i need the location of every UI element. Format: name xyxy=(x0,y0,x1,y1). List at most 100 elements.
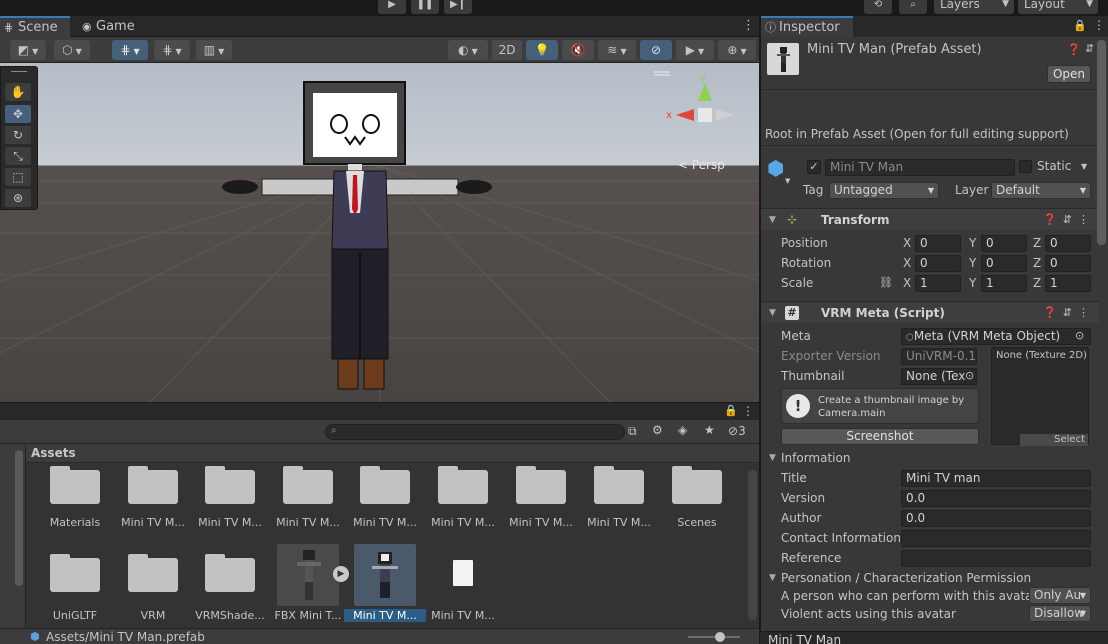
draw-mode-button[interactable]: ◩ ▼ xyxy=(10,40,46,60)
label-tag-icon[interactable]: ◈ xyxy=(678,423,687,437)
position-x-field[interactable]: 0 xyxy=(915,235,961,252)
more-menu-icon[interactable]: ⋮ xyxy=(1093,18,1105,32)
rotation-x-field[interactable]: 0 xyxy=(915,255,961,272)
gizmos-button[interactable]: ⊕ ▼ xyxy=(718,40,756,60)
contact-field[interactable] xyxy=(901,530,1091,547)
meta-object-field[interactable]: ⬡Meta (VRM Meta Object) xyxy=(901,328,1091,345)
grid-snap-button[interactable]: ⋕ ▼ xyxy=(112,40,148,60)
layer-dropdown[interactable]: Default ▼ xyxy=(991,182,1091,199)
tab-game[interactable]: ◉ Game xyxy=(78,16,138,37)
scale-x-field[interactable]: 1 xyxy=(915,275,961,292)
reference-field[interactable] xyxy=(901,550,1091,567)
help-icon[interactable]: ❓ xyxy=(1067,43,1081,56)
camera-button[interactable]: ▶ ▼ xyxy=(676,40,714,60)
asset-model[interactable]: ▶ FBX Mini T... xyxy=(271,544,349,628)
open-button[interactable]: Open xyxy=(1047,65,1091,83)
scale-y-field[interactable]: 1 xyxy=(981,275,1027,292)
favorite-star-icon[interactable]: ★ xyxy=(704,423,715,437)
static-checkbox[interactable] xyxy=(1019,160,1032,173)
orientation-gizmo[interactable]: y x xyxy=(666,73,734,125)
move-tool[interactable]: ✥ xyxy=(5,105,31,123)
type-filter-icon[interactable]: ⚙ xyxy=(652,423,663,437)
layout-dropdown[interactable]: Layout ▼ xyxy=(1018,0,1098,14)
layers-dropdown[interactable]: Layers ▼ xyxy=(934,0,1014,14)
zoom-slider-handle[interactable] xyxy=(715,632,725,642)
information-foldout[interactable]: ▼ Information xyxy=(761,448,1099,468)
asset-folder[interactable]: Scenes xyxy=(660,466,734,550)
author-field[interactable]: 0.0 xyxy=(901,510,1091,527)
more-menu-icon[interactable]: ⋮ xyxy=(742,404,754,418)
rect-tool[interactable]: ⬚ xyxy=(5,168,31,186)
project-folder-tree[interactable] xyxy=(0,444,26,628)
preset-icon[interactable]: ⇵ xyxy=(1085,42,1094,55)
asset-folder[interactable]: VRM xyxy=(116,554,190,638)
chevron-down-icon[interactable]: ▼ xyxy=(1081,162,1087,171)
select-texture-button[interactable]: Select xyxy=(1020,434,1088,446)
tab-scene[interactable]: ⋕ Scene xyxy=(0,16,70,37)
visibility-toggle[interactable]: ⊘ xyxy=(640,40,672,60)
lighting-toggle[interactable]: 💡 xyxy=(526,40,558,60)
search-input[interactable]: ⌕ xyxy=(325,424,625,440)
position-z-field[interactable]: 0 xyxy=(1045,235,1091,252)
asset-folder[interactable]: Mini TV M... xyxy=(116,466,190,550)
inspector-preview-bar[interactable]: Mini TV Man xyxy=(760,631,1108,644)
permission-foldout[interactable]: ▼ Personation / Characterization Permiss… xyxy=(761,568,1099,588)
object-picker-icon[interactable]: ⊙ xyxy=(1075,326,1084,346)
asset-folder[interactable]: Mini TV M... xyxy=(348,466,422,550)
inspector-scrollbar[interactable] xyxy=(1097,40,1106,245)
rotate-tool[interactable]: ↻ xyxy=(5,126,31,144)
lock-icon[interactable]: 🔒 xyxy=(724,404,738,417)
title-field[interactable]: Mini TV man xyxy=(901,470,1091,487)
ruler-button[interactable]: ▥ ▼ xyxy=(196,40,232,60)
asset-folder[interactable]: Mini TV M... xyxy=(582,466,656,550)
projection-label[interactable]: < Persp xyxy=(678,158,725,172)
asset-folder[interactable]: VRMShade... xyxy=(193,554,267,638)
search-button[interactable]: ⌕ xyxy=(899,0,927,14)
scale-z-field[interactable]: 1 xyxy=(1045,275,1091,292)
scene-viewport[interactable]: y x < Persp xyxy=(0,63,759,402)
asset-prefab-selected[interactable]: Mini TV M... xyxy=(344,544,426,628)
audio-toggle[interactable]: 🔇 xyxy=(562,40,594,60)
asset-folder[interactable]: Mini TV M... xyxy=(271,466,345,550)
asset-folder[interactable]: UniGLTF xyxy=(38,554,112,638)
tag-dropdown[interactable]: Untagged ▼ xyxy=(829,182,939,199)
hand-tool[interactable]: ✋ xyxy=(5,83,31,101)
filter-icon[interactable]: ⧉ xyxy=(628,424,637,439)
scale-tool[interactable]: ⤡ xyxy=(5,147,31,165)
lock-icon[interactable]: 🔒 xyxy=(1073,19,1087,32)
violent-dropdown[interactable]: Disallow ▼ xyxy=(1029,605,1091,622)
screenshot-button[interactable]: Screenshot xyxy=(781,428,979,445)
transform-tool[interactable]: ⊛ xyxy=(5,189,31,207)
active-checkbox[interactable]: ✓ xyxy=(807,160,821,174)
zoom-slider[interactable] xyxy=(688,636,740,638)
more-menu-icon[interactable]: ⋮ xyxy=(742,18,755,33)
asset-file[interactable]: Mini TV M... xyxy=(426,554,500,638)
asset-grid-scrollbar[interactable] xyxy=(748,470,757,620)
effects-button[interactable]: ≋ ▼ xyxy=(598,40,636,60)
mode-2d-button[interactable]: 2D xyxy=(492,40,522,60)
tree-scrollbar[interactable] xyxy=(15,450,23,586)
play-button[interactable]: ▶ xyxy=(378,0,406,14)
asset-folder[interactable]: Mini TV M... xyxy=(504,466,578,550)
asset-folder[interactable]: Mini TV M... xyxy=(193,466,267,550)
history-button[interactable]: ⟲ xyxy=(864,0,892,14)
perform-dropdown[interactable]: Only Au ▼ xyxy=(1029,587,1091,604)
chevron-down-icon[interactable]: ▼ xyxy=(785,177,790,185)
asset-folder[interactable]: Mini TV M... xyxy=(426,466,500,550)
gizmo-cube-button[interactable]: ⬡ ▼ xyxy=(54,40,90,60)
prefab-cube-icon[interactable]: ⬢ xyxy=(767,157,789,179)
texture-preview[interactable]: None (Texture 2D) Select xyxy=(991,347,1089,446)
expand-play-icon[interactable]: ▶ xyxy=(333,566,349,582)
hidden-packages-button[interactable]: ⊘3 xyxy=(728,424,746,438)
asset-folder[interactable]: Materials xyxy=(38,466,112,550)
rotation-z-field[interactable]: 0 xyxy=(1045,255,1091,272)
shading-mode-button[interactable]: ◐ ▼ xyxy=(448,40,488,60)
tab-inspector[interactable]: ⓘ Inspector xyxy=(761,16,853,37)
position-y-field[interactable]: 0 xyxy=(981,235,1027,252)
version-field[interactable]: 0.0 xyxy=(901,490,1091,507)
increment-snap-button[interactable]: ⋕ ▼ xyxy=(154,40,190,60)
step-button[interactable]: ▶❙ xyxy=(444,0,472,14)
link-scale-icon[interactable]: ⛓ xyxy=(879,273,893,293)
rotation-y-field[interactable]: 0 xyxy=(981,255,1027,272)
vrm-meta-component-header[interactable]: ▼ # VRM Meta (Script) ❓⇵⋮ xyxy=(761,301,1099,323)
